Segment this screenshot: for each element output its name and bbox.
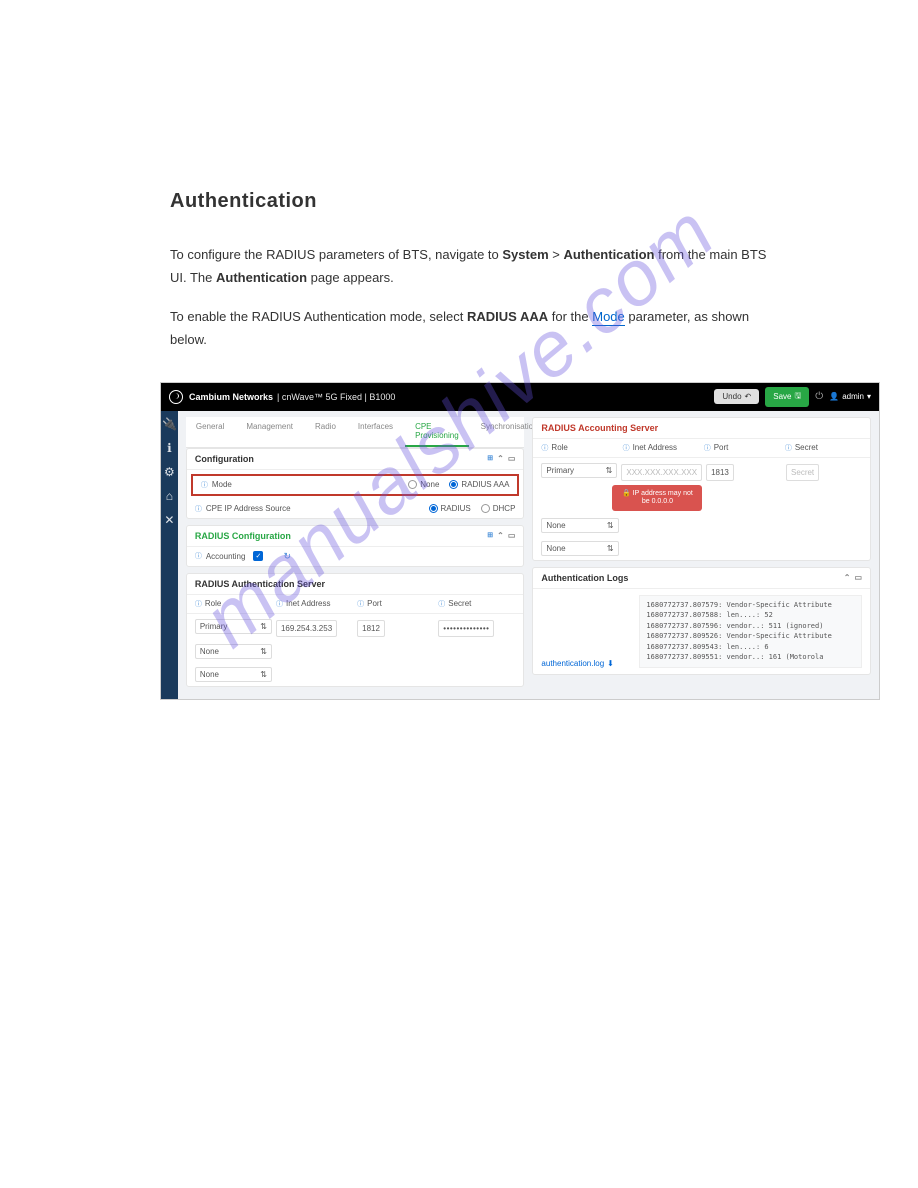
acct-inet-input[interactable]: XXX.XXX.XXX.XXX	[621, 464, 702, 481]
brand-name: Cambium Networks	[189, 392, 273, 402]
sidebar-tools-icon[interactable]: ✕	[164, 513, 174, 527]
secret-header: ⓘ Secret	[438, 599, 515, 609]
ip-radius-radio[interactable]: RADIUS	[429, 504, 471, 513]
acct-port-input[interactable]: 1813	[706, 464, 734, 481]
inet-input[interactable]: 169.254.3.253	[276, 620, 337, 637]
chevron-icon: ⇅	[260, 622, 267, 631]
auth-logs-header: Authentication Logs ⌃ ▭	[533, 568, 870, 589]
logo-icon	[169, 390, 183, 404]
match-icon: ⊞	[487, 531, 493, 540]
paragraph-1: To configure the RADIUS parameters of BT…	[170, 243, 820, 290]
expand-icon[interactable]: ⌃	[844, 573, 851, 582]
acct-inet-header: ⓘ Inet Address	[623, 443, 700, 453]
power-icon[interactable]: ⏻	[815, 391, 823, 402]
port-input[interactable]: 1812	[357, 620, 385, 637]
role-select-2[interactable]: None⇅	[195, 644, 272, 659]
sidebar-plug-icon[interactable]: 🔌	[162, 417, 177, 431]
undo-button[interactable]: Undo ↶	[714, 389, 759, 404]
download-icon: ⬇	[607, 659, 614, 668]
accounting-label: ⓘ Accounting	[195, 551, 246, 561]
refresh-icon[interactable]: ↻	[283, 551, 291, 562]
sidebar-gear-icon[interactable]: ⚙	[164, 465, 175, 479]
info-icon: ⓘ	[195, 504, 202, 514]
acct-role-select-2[interactable]: None⇅	[541, 518, 618, 533]
mode-none-radio[interactable]: None	[408, 480, 439, 489]
auth-server-header: RADIUS Authentication Server	[187, 574, 524, 595]
tab-radio[interactable]: Radio	[305, 417, 346, 447]
tab-cpe-provisioning[interactable]: CPE Provisioning	[405, 417, 469, 447]
auth-server-panel: RADIUS Authentication Server ⓘ Role ⓘ In…	[186, 573, 525, 687]
tab-interfaces[interactable]: Interfaces	[348, 417, 403, 447]
chevron-icon: ⇅	[260, 670, 267, 679]
sidebar-info-icon[interactable]: ℹ	[167, 441, 172, 455]
radius-config-panel: RADIUS Configuration ⊞ ⌃ ▭ ⓘ Accounting …	[186, 525, 525, 567]
acct-server-header: RADIUS Accounting Server	[533, 418, 870, 439]
sidebar: 🔌 ℹ ⚙ ⌂ ✕	[161, 411, 178, 699]
error-tooltip: 🔒 IP address may notbe 0.0.0.0	[612, 485, 702, 512]
chevron-icon: ⇅	[607, 544, 614, 553]
sidebar-home-icon[interactable]: ⌂	[166, 489, 173, 503]
breadcrumb: | cnWave™ 5G Fixed | B1000	[277, 392, 395, 402]
role-header: ⓘ Role	[195, 599, 272, 609]
acct-role-select[interactable]: Primary⇅	[541, 463, 617, 478]
acct-role-select-3[interactable]: None⇅	[541, 541, 618, 556]
expand-icon[interactable]: ⌃	[497, 454, 504, 463]
ip-dhcp-radio[interactable]: DHCP	[481, 504, 516, 513]
auth-logs-panel: Authentication Logs ⌃ ▭ authentication.l…	[532, 567, 871, 675]
info-icon: ⓘ	[201, 480, 208, 490]
log-output: 1680772737.807579: Vendor-Specific Attri…	[639, 595, 862, 668]
role-select[interactable]: Primary⇅	[195, 619, 272, 634]
chevron-icon: ⇅	[260, 647, 267, 656]
acct-server-panel: RADIUS Accounting Server ⓘ Role ⓘ Inet A…	[532, 417, 871, 561]
screenshot-container: Cambium Networks | cnWave™ 5G Fixed | B1…	[160, 382, 880, 700]
paragraph-2: To enable the RADIUS Authentication mode…	[170, 305, 820, 352]
undo-icon: ↶	[745, 392, 752, 401]
save-icon: 🖫	[794, 390, 801, 404]
mode-highlight-box: ⓘ Mode None RADIUS AAA	[191, 474, 520, 496]
log-download-link[interactable]: authentication.log ⬇	[541, 659, 613, 668]
window-icon[interactable]: ▭	[508, 454, 516, 463]
window-icon[interactable]: ▭	[508, 531, 516, 540]
expand-icon[interactable]: ⌃	[497, 531, 504, 540]
window-icon[interactable]: ▭	[854, 573, 862, 582]
accounting-checkbox[interactable]: ✓	[253, 551, 263, 561]
admin-menu[interactable]: 👤 admin ▾	[829, 392, 871, 401]
radius-config-header: RADIUS Configuration ⊞ ⌃ ▭	[187, 526, 524, 547]
port-header: ⓘ Port	[357, 599, 434, 609]
tab-general[interactable]: General	[186, 417, 234, 447]
user-icon: 👤	[829, 392, 839, 401]
app-topbar: Cambium Networks | cnWave™ 5G Fixed | B1…	[161, 383, 879, 411]
save-button[interactable]: Save 🖫	[765, 387, 809, 407]
acct-secret-input[interactable]: Secret	[786, 464, 819, 481]
mode-radius-aaa-radio[interactable]: RADIUS AAA	[449, 480, 509, 489]
chevron-down-icon: ▾	[867, 392, 871, 401]
match-icon: ⊞	[487, 454, 493, 463]
acct-port-header: ⓘ Port	[704, 443, 781, 453]
chevron-icon: ⇅	[606, 466, 613, 475]
chevron-icon: ⇅	[607, 521, 614, 530]
tab-management[interactable]: Management	[236, 417, 303, 447]
acct-secret-header: ⓘ Secret	[785, 443, 862, 453]
secret-input[interactable]: ••••••••••••••	[438, 620, 494, 637]
ip-source-label: ⓘ CPE IP Address Source	[195, 504, 291, 514]
info-icon: ⓘ	[195, 551, 202, 561]
mode-label: ⓘ Mode	[201, 480, 232, 490]
acct-role-header: ⓘ Role	[541, 443, 618, 453]
inet-header: ⓘ Inet Address	[276, 599, 353, 609]
role-select-3[interactable]: None⇅	[195, 667, 272, 682]
lock-icon: 🔒	[622, 490, 631, 497]
config-header: Configuration ⊞ ⌃ ▭	[187, 449, 524, 470]
configuration-panel: Configuration ⊞ ⌃ ▭ ⓘ Mode None RADIUS A…	[186, 448, 525, 519]
section-heading: Authentication	[170, 190, 858, 213]
tabs-bar: General Management Radio Interfaces CPE …	[186, 417, 525, 448]
